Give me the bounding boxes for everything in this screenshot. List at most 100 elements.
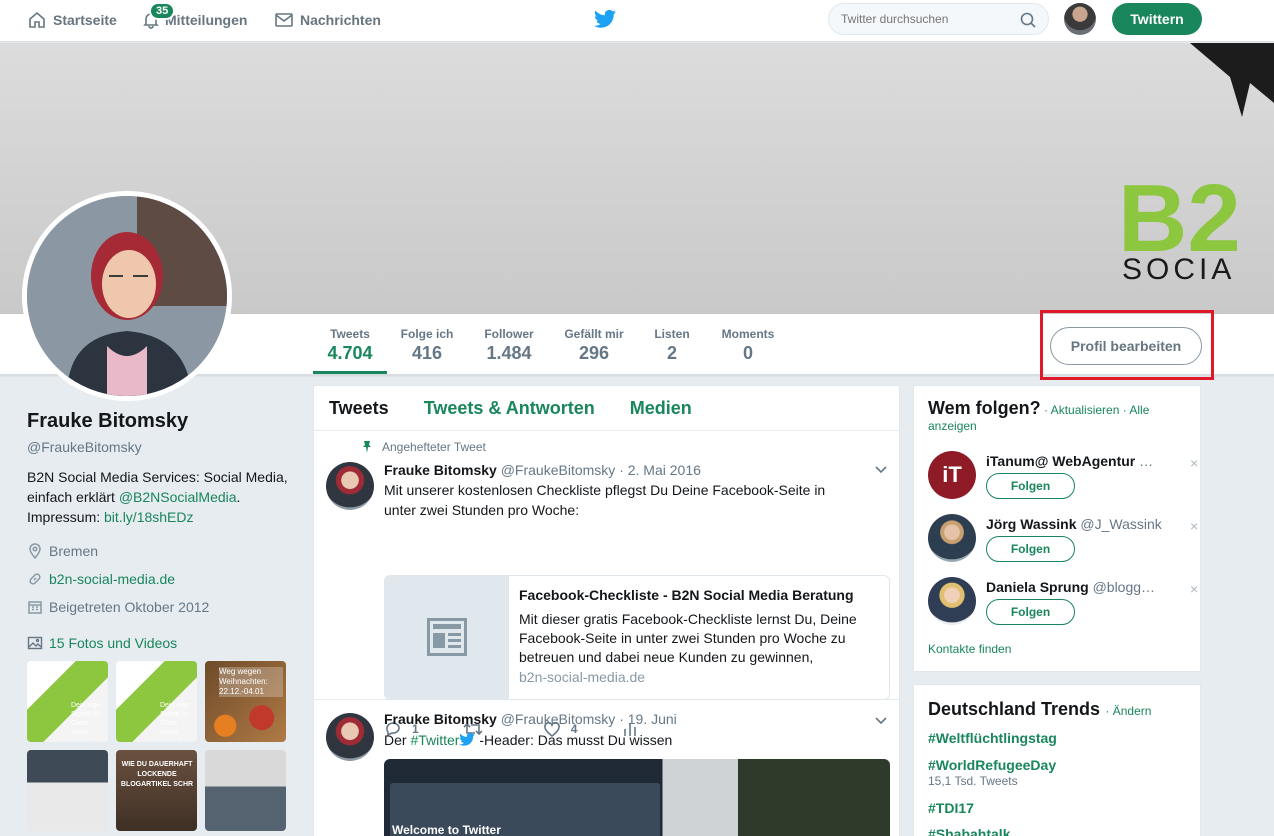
trends-title: Deutschland Trends	[928, 699, 1101, 719]
profile-name[interactable]: Frauke Bitomsky	[27, 410, 297, 433]
trend-item[interactable]: #Weltflüchtlingstag	[928, 730, 1057, 746]
find-contacts-link[interactable]: Kontakte finden	[928, 642, 1011, 656]
suggestion-name-line[interactable]: iTanum@ WebAgentur …	[986, 453, 1171, 469]
photo-thumbnail[interactable]: WIE DU DAUERHAFT LOCKENDE BLOGARTIKEL SC…	[116, 750, 197, 831]
nav-messages[interactable]: Nachrichten	[274, 0, 381, 40]
photo-thumbnail[interactable]: Dein eige Schritt fü Ohne Vorke ohne Pro…	[27, 661, 108, 742]
trend-item[interactable]: #WorldRefugeeDay	[928, 757, 1056, 773]
tweet-date[interactable]: · 2. Mai 2016	[619, 462, 701, 478]
trend-item[interactable]: #Shabahtalk	[928, 826, 1010, 836]
search-input[interactable]	[841, 4, 1021, 34]
dismiss-close-icon[interactable]: ×	[1190, 581, 1198, 597]
photos-videos-link[interactable]: 15 Fotos und Videos	[27, 635, 177, 651]
pinned-text: Angehefteter Tweet	[382, 440, 486, 454]
photo-thumbnail[interactable]: Weg wegen Weihnachten: 22.12.-04.01	[205, 661, 286, 742]
top-navigation: Startseite Mitteilungen 35 Nachrichten T…	[0, 0, 1274, 42]
suggestion-avatar[interactable]: iT	[928, 451, 976, 499]
nav-home[interactable]: Startseite	[27, 0, 117, 40]
refresh-link[interactable]: · Aktualisieren ·	[1044, 403, 1127, 417]
profile-website: b2n-social-media.de	[27, 571, 175, 587]
account-avatar[interactable]	[1064, 3, 1096, 35]
dismiss-close-icon[interactable]: ×	[1190, 455, 1198, 471]
chevron-down-icon[interactable]	[874, 713, 888, 727]
stat-likes[interactable]: Gefällt mir 296	[558, 314, 630, 374]
tab-tweets-replies[interactable]: Tweets & Antworten	[424, 398, 595, 419]
article-icon	[427, 618, 467, 656]
follow-button[interactable]: Folgen	[986, 473, 1075, 499]
bio-text-end: .	[236, 489, 241, 505]
stat-moments[interactable]: Moments 0	[716, 314, 780, 374]
bio-impressum-label: Impressum:	[27, 509, 105, 525]
stat-lists-value: 2	[666, 343, 677, 363]
image-icon	[27, 636, 43, 650]
tweet-author-name[interactable]: Frauke Bitomsky	[384, 462, 497, 478]
stat-tweets-value: 4.704	[327, 343, 373, 363]
trends-module: Deutschland Trends · Ändern #Weltflüchtl…	[913, 684, 1201, 836]
star-icon	[1190, 43, 1274, 117]
tweet[interactable]: Angehefteter Tweet Frauke Bitomsky @Frau…	[314, 432, 899, 737]
logo-text-sub: SOCIA	[1122, 253, 1235, 286]
tweet-text: Der #Twitter -Header: Das musst Du wisse…	[384, 730, 854, 750]
tweet-text: Mit unserer kostenlosen Checkliste pfleg…	[384, 482, 826, 518]
tweet-button[interactable]: Twittern	[1112, 3, 1202, 35]
photo-thumbnail[interactable]: Dein eige Schritt fü Ohne Vorke ohne Pro…	[116, 661, 197, 742]
change-trends-link[interactable]: · Ändern	[1105, 704, 1151, 718]
website-link[interactable]: b2n-social-media.de	[49, 571, 175, 587]
joined-text: Beigetreten Oktober 2012	[49, 599, 210, 615]
suggestion-avatar[interactable]	[928, 514, 976, 562]
nav-notifications-label: Mitteilungen	[165, 12, 248, 28]
stat-likes-value: 296	[578, 343, 610, 363]
tweet-media-image[interactable]: Welcome to Twitter	[384, 759, 890, 836]
tweet-author-name[interactable]: Frauke Bitomsky	[384, 711, 497, 727]
bio-impressum-link[interactable]: bit.ly/18shEDz	[104, 509, 193, 525]
tweet-author-handle[interactable]: @FraukeBitomsky	[501, 711, 616, 727]
stat-following-value: 416	[411, 343, 443, 363]
suggestion-name-line[interactable]: Jörg Wassink @J_Wassink	[986, 516, 1171, 532]
profile-avatar[interactable]	[22, 191, 232, 401]
suggestion-handle: …	[1139, 453, 1154, 469]
stat-following[interactable]: Folge ich 416	[395, 314, 459, 374]
who-to-follow-title: Wem folgen?	[928, 398, 1041, 418]
envelope-icon	[275, 13, 293, 27]
photo-thumbnail[interactable]	[27, 750, 108, 831]
stat-tweets[interactable]: Tweets 4.704	[313, 314, 387, 374]
stat-lists-label: Listen	[654, 327, 690, 341]
edit-profile-button[interactable]: Profil bearbeiten	[1050, 327, 1202, 365]
nav-home-label: Startseite	[53, 12, 117, 28]
tweet-author-avatar[interactable]	[326, 462, 374, 510]
trends-header: Deutschland Trends · Ändern	[928, 699, 1151, 720]
chevron-down-icon[interactable]	[874, 462, 888, 476]
link-card[interactable]: Facebook-Checkliste - B2N Social Media B…	[384, 575, 890, 700]
suggestion-avatar[interactable]	[928, 577, 976, 625]
tweet-date[interactable]: · 19. Juni	[619, 711, 677, 727]
tweet-header: Frauke Bitomsky @FraukeBitomsky · 19. Ju…	[384, 711, 677, 727]
search-box	[828, 3, 1049, 35]
photo-thumbnail[interactable]	[205, 750, 286, 831]
search-icon[interactable]	[1020, 12, 1036, 28]
follow-button[interactable]: Folgen	[986, 599, 1075, 625]
stat-followers[interactable]: Follower 1.484	[476, 314, 542, 374]
dismiss-close-icon[interactable]: ×	[1190, 518, 1198, 534]
stat-tweets-label: Tweets	[330, 327, 370, 341]
follow-button[interactable]: Folgen	[986, 536, 1075, 562]
tab-media[interactable]: Medien	[630, 398, 692, 419]
suggestion-item: iT iTanum@ WebAgentur … × Folgen	[928, 451, 1198, 507]
profile-handle[interactable]: @FraukeBitomsky	[27, 439, 297, 455]
suggestion-name-line[interactable]: Daniela Sprung @blogg…	[986, 579, 1171, 595]
card-title: Facebook-Checkliste - B2N Social Media B…	[519, 587, 854, 603]
hashtag-link[interactable]: #Twitter	[410, 732, 459, 748]
tweet-author-handle[interactable]: @FraukeBitomsky	[501, 462, 616, 478]
trend-item[interactable]: #TDI17	[928, 800, 974, 816]
bio-mention-link[interactable]: @B2NSocialMedia	[119, 489, 237, 505]
suggestion-item: Daniela Sprung @blogg… × Folgen	[928, 577, 1198, 633]
stat-lists[interactable]: Listen 2	[648, 314, 696, 374]
calendar-icon	[28, 601, 42, 614]
tweet-author-avatar[interactable]	[326, 713, 374, 761]
tweet-text-start: Der	[384, 732, 411, 748]
profile-card: Frauke Bitomsky @FraukeBitomsky B2N Soci…	[27, 410, 297, 527]
tweet[interactable]: Frauke Bitomsky @FraukeBitomsky · 19. Ju…	[314, 701, 899, 836]
tab-tweets[interactable]: Tweets	[329, 398, 389, 419]
twitter-bird-icon[interactable]	[594, 9, 616, 29]
stat-moments-label: Moments	[721, 327, 775, 341]
photos-videos-label: 15 Fotos und Videos	[49, 635, 178, 651]
